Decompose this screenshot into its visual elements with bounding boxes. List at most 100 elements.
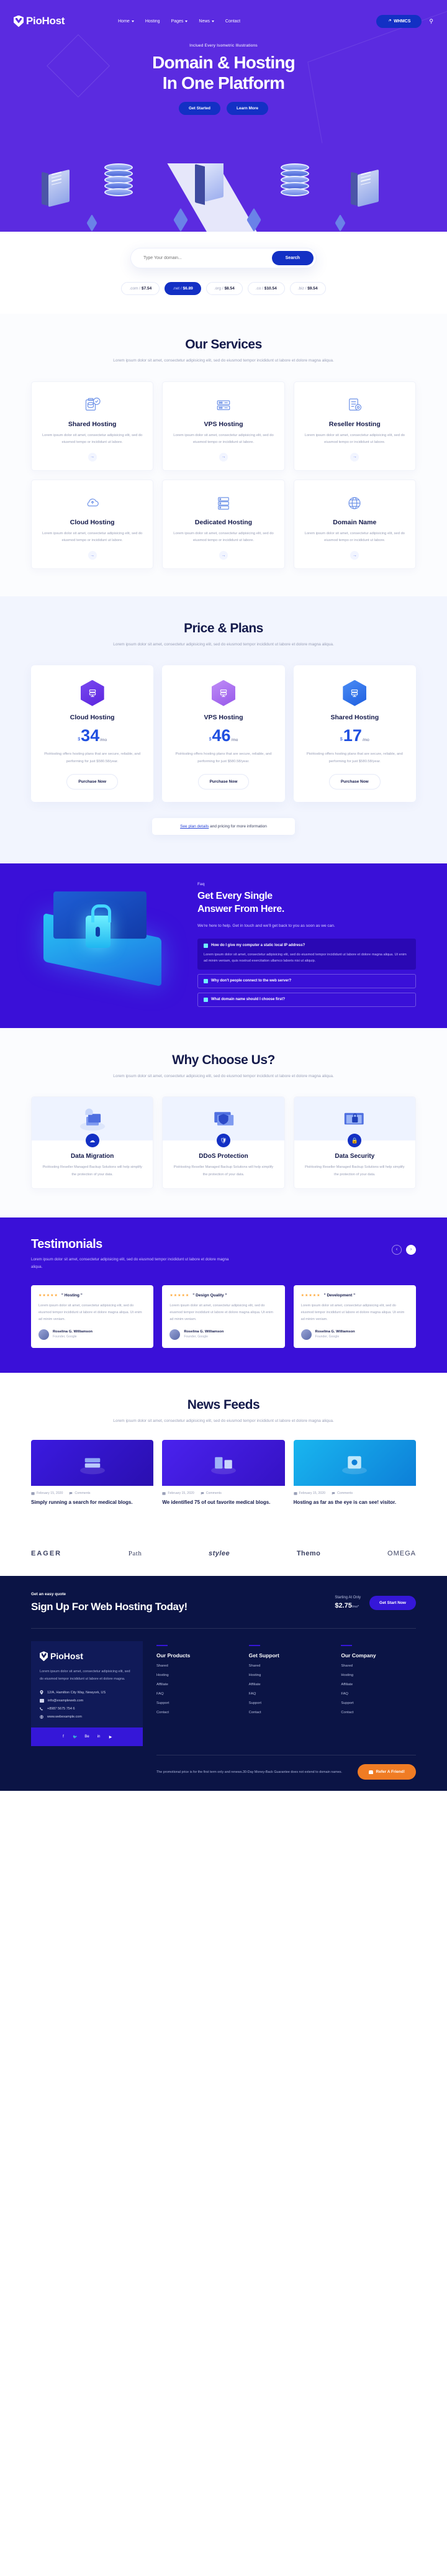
chevron-down-icon xyxy=(211,20,214,22)
page-root: PioHost Home Hosting Pages News Contact … xyxy=(0,0,447,1791)
service-card-domain-name[interactable]: Domain Name Lorem ipsum dolor sit amet, … xyxy=(293,479,416,570)
purchase-button[interactable]: Purchase Now xyxy=(328,774,381,790)
brand-row: EAGER Path stylee Themo OMEGA xyxy=(31,1550,416,1557)
testimonial-prev-button[interactable]: ‹ xyxy=(392,1244,402,1255)
footer-link[interactable]: Affiliate xyxy=(341,1683,416,1686)
footer-link[interactable]: FAQ xyxy=(249,1692,324,1696)
iso-cube xyxy=(173,207,188,232)
hero-title: Domain & Hosting In One Platform xyxy=(0,52,447,93)
tld-price: $8.54 xyxy=(224,286,235,291)
nav-item-hosting[interactable]: Hosting xyxy=(145,19,160,24)
why-card-data-security[interactable]: 🔒 Data Security PioHosting Reseller Mana… xyxy=(293,1096,416,1189)
cta-title: Sign Up For Web Hosting Today! xyxy=(31,1601,187,1613)
nav-label: Home xyxy=(118,19,130,24)
linkedin-icon[interactable]: in xyxy=(96,1734,102,1740)
refer-a-friend-button[interactable]: Refer A Friend! xyxy=(357,1764,416,1780)
hero-illustration xyxy=(0,163,447,232)
faq-item-1[interactable]: How do I give my computer a static local… xyxy=(197,938,416,970)
plan-period: /mo xyxy=(231,737,238,742)
service-arrow-icon[interactable]: → xyxy=(219,452,228,462)
news-card-1[interactable]: February 15, 2020 Comments Simply runnin… xyxy=(31,1440,154,1506)
nav-item-news[interactable]: News xyxy=(199,19,214,24)
twitter-icon[interactable]: 🐦 xyxy=(72,1734,78,1740)
footer-link[interactable]: Shared xyxy=(156,1664,232,1668)
service-card-shared-hosting[interactable]: Shared Hosting Lorem ipsum dolor sit ame… xyxy=(31,381,154,471)
footer-link[interactable]: Hosting xyxy=(249,1673,324,1677)
nav-item-contact[interactable]: Contact xyxy=(225,19,240,24)
search-icon[interactable]: ⚲ xyxy=(429,18,433,25)
faq-item-3[interactable]: What domain name should I choose first? xyxy=(197,992,416,1007)
person-name: Roselina G. Williamson xyxy=(53,1330,93,1334)
testimonial-card-1: ★★★★★ " Hosting " Lorem ipsum dolor sit … xyxy=(31,1285,154,1348)
tld-ext: .net / xyxy=(173,286,182,291)
tld-item-co[interactable]: .co / $10.54 xyxy=(247,282,285,295)
domain-search-button[interactable]: Search xyxy=(271,251,314,265)
faq-item-2[interactable]: Why don't people connect to the web serv… xyxy=(197,973,416,988)
service-card-reseller-hosting[interactable]: Reseller Hosting Lorem ipsum dolor sit a… xyxy=(293,381,416,471)
purchase-button[interactable]: Purchase Now xyxy=(66,774,119,790)
youtube-icon[interactable]: ▶ xyxy=(107,1734,114,1740)
get-started-button[interactable]: Get Started xyxy=(178,102,220,116)
tld-item-biz[interactable]: .biz / $9.54 xyxy=(289,282,326,295)
footer-link[interactable]: Support xyxy=(341,1701,416,1705)
get-start-now-button[interactable]: Get Start Now xyxy=(369,1595,416,1610)
footer-link[interactable]: Affiliate xyxy=(156,1683,232,1686)
site-logo[interactable]: PioHost xyxy=(14,15,65,27)
testimonials-header: Testimonials Lorem ipsum dolor sit amet,… xyxy=(31,1237,416,1272)
service-arrow-icon[interactable]: → xyxy=(350,452,359,462)
testimonial-next-button[interactable]: › xyxy=(406,1244,416,1255)
why-card-data-migration[interactable]: ☁ Data Migration PioHosting Reseller Man… xyxy=(31,1096,154,1189)
footer-link[interactable]: FAQ xyxy=(156,1692,232,1696)
facebook-icon[interactable]: f xyxy=(60,1734,66,1740)
tld-item-net[interactable]: .net / $6.89 xyxy=(165,282,201,295)
footer-link[interactable]: Shared xyxy=(249,1664,324,1668)
whmcs-button[interactable]: WHMCS xyxy=(376,14,422,28)
footer-link[interactable]: Contact xyxy=(249,1711,324,1714)
nav-item-home[interactable]: Home xyxy=(118,19,134,24)
tld-item-org[interactable]: .org / $8.54 xyxy=(205,282,243,295)
service-card-vps-hosting[interactable]: VPS Hosting Lorem ipsum dolor sit amet, … xyxy=(162,381,285,471)
footer-link[interactable]: Contact xyxy=(341,1711,416,1714)
footer-contact-email[interactable]: info@exampleweb.com xyxy=(40,1699,134,1703)
rack-icon xyxy=(173,493,274,514)
domain-search-input[interactable] xyxy=(143,256,272,260)
service-card-dedicated-hosting[interactable]: Dedicated Hosting Lorem ipsum dolor sit … xyxy=(162,479,285,570)
news-heading: News Feeds Lorem ipsum dolor sit amet, c… xyxy=(31,1398,416,1426)
service-desc: Lorem ipsum dolor sit amet, consectetur … xyxy=(304,531,405,543)
purchase-button[interactable]: Purchase Now xyxy=(197,774,250,790)
why-card-ddos-protection[interactable]: 🛡 DDoS Protection PioHosting Reseller Ma… xyxy=(162,1096,285,1189)
footer-link[interactable]: Affiliate xyxy=(249,1683,324,1686)
nav-menu: Home Hosting Pages News Contact xyxy=(118,19,240,24)
footer-link[interactable]: Hosting xyxy=(341,1673,416,1677)
news-date: February 15, 2020 xyxy=(162,1491,194,1495)
footer-logo[interactable]: PioHost xyxy=(40,1651,134,1662)
service-card-cloud-hosting[interactable]: Cloud Hosting Lorem ipsum dolor sit amet… xyxy=(31,479,154,570)
see-plan-details-link[interactable]: See plan details xyxy=(180,824,209,829)
footer-link[interactable]: Support xyxy=(156,1701,232,1705)
plan-desc: PioHosting offers hosting plans that are… xyxy=(175,752,272,763)
iso-cube xyxy=(335,214,346,232)
learn-more-button[interactable]: Learn More xyxy=(227,102,269,116)
footer-link[interactable]: Shared xyxy=(341,1664,416,1668)
faq-title: Get Every Single Answer From Here. xyxy=(197,890,416,916)
service-arrow-icon[interactable]: → xyxy=(350,551,359,560)
footer-contact-phone[interactable]: +8987 5675 754 6 xyxy=(40,1707,134,1711)
service-arrow-icon[interactable]: → xyxy=(88,452,97,462)
news-card-3[interactable]: February 15, 2020 Comments Hosting as fa… xyxy=(293,1440,416,1506)
tld-item-com[interactable]: .com / $7.54 xyxy=(121,282,160,295)
behance-icon[interactable]: Be xyxy=(84,1734,90,1740)
footer-link[interactable]: Hosting xyxy=(156,1673,232,1677)
footer-link[interactable]: FAQ xyxy=(341,1692,416,1696)
testimonials-grid: ★★★★★ " Hosting " Lorem ipsum dolor sit … xyxy=(31,1285,416,1348)
footer-link[interactable]: Support xyxy=(249,1701,324,1705)
service-arrow-icon[interactable]: → xyxy=(88,551,97,560)
pricing-grid: Cloud Hosting $ 34 /mo PioHosting offers… xyxy=(31,665,416,802)
footer-contact-website[interactable]: www.webexample.com xyxy=(40,1715,134,1719)
nav-item-pages[interactable]: Pages xyxy=(171,19,188,24)
footer-link[interactable]: Contact xyxy=(156,1711,232,1714)
person-role: Founder, Google xyxy=(315,1335,340,1339)
service-name: VPS Hosting xyxy=(204,420,243,428)
brands-section: EAGER Path stylee Themo OMEGA xyxy=(0,1534,447,1577)
news-card-2[interactable]: February 15, 2020 Comments We identified… xyxy=(162,1440,285,1506)
service-arrow-icon[interactable]: → xyxy=(219,551,228,560)
